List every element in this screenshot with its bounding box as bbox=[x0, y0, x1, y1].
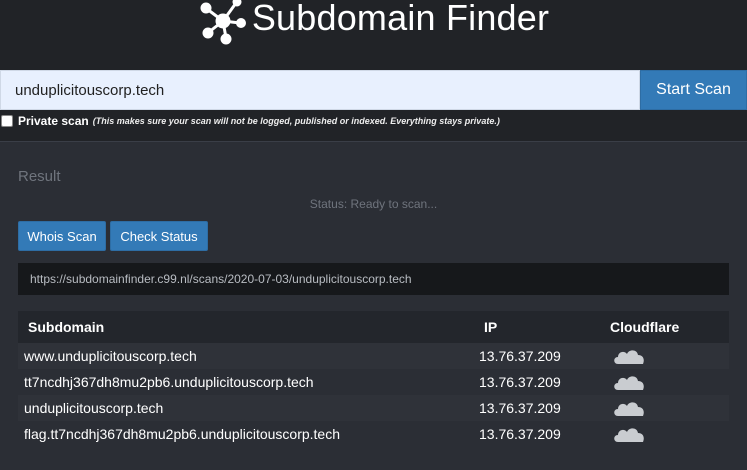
search-row: Start Scan bbox=[0, 70, 747, 110]
column-header-cloudflare: Cloudflare bbox=[610, 311, 729, 343]
cloudflare-cell bbox=[610, 343, 729, 369]
subdomain-cell[interactable]: unduplicitouscorp.tech bbox=[18, 395, 479, 421]
subdomain-cell[interactable]: tt7ncdhj367dh8mu2pb6.unduplicitouscorp.t… bbox=[18, 369, 479, 395]
ip-cell: 13.76.37.209 bbox=[479, 395, 610, 421]
table-row: tt7ncdhj367dh8mu2pb6.unduplicitouscorp.t… bbox=[18, 369, 729, 395]
private-scan-checkbox[interactable] bbox=[1, 115, 13, 127]
table-header-row: Subdomain IP Cloudflare bbox=[18, 311, 729, 343]
status-text: Status: Ready to scan... bbox=[309, 197, 438, 211]
page-title: Subdomain Finder bbox=[251, 0, 550, 38]
cloud-icon bbox=[614, 376, 644, 390]
private-scan-row: Private scan (This makes sure your scan … bbox=[1, 113, 500, 129]
subdomain-cell[interactable]: flag.tt7ncdhj367dh8mu2pb6.unduplicitousc… bbox=[18, 421, 479, 447]
subdomain-cell[interactable]: www.unduplicitouscorp.tech bbox=[18, 343, 479, 369]
cloudflare-cell bbox=[610, 421, 729, 447]
private-scan-note: (This makes sure your scan will not be l… bbox=[92, 116, 500, 126]
cloud-icon bbox=[614, 428, 644, 442]
ip-cell: 13.76.37.209 bbox=[479, 421, 610, 447]
domain-input[interactable] bbox=[0, 70, 640, 110]
table-row: www.unduplicitouscorp.tech 13.76.37.209 bbox=[18, 343, 729, 369]
ip-cell: 13.76.37.209 bbox=[479, 343, 610, 369]
check-status-button[interactable]: Check Status bbox=[110, 221, 208, 251]
network-nodes-icon bbox=[200, 0, 246, 45]
start-scan-button[interactable]: Start Scan bbox=[640, 70, 747, 110]
private-scan-label[interactable]: Private scan bbox=[18, 114, 89, 128]
cloudflare-cell bbox=[610, 369, 729, 395]
table-row: flag.tt7ncdhj367dh8mu2pb6.unduplicitousc… bbox=[18, 421, 729, 447]
result-heading: Result bbox=[18, 168, 61, 185]
column-header-subdomain: Subdomain bbox=[18, 311, 479, 343]
scan-url[interactable]: https://subdomainfinder.c99.nl/scans/202… bbox=[18, 263, 729, 295]
table-row: unduplicitouscorp.tech 13.76.37.209 bbox=[18, 395, 729, 421]
results-table: Subdomain IP Cloudflare www.unduplicitou… bbox=[18, 311, 729, 447]
cloud-icon bbox=[614, 350, 644, 364]
ip-cell: 13.76.37.209 bbox=[479, 369, 610, 395]
column-header-ip: IP bbox=[479, 311, 610, 343]
whois-scan-button[interactable]: Whois Scan bbox=[18, 221, 106, 251]
header: Subdomain Finder bbox=[0, 0, 747, 50]
cloudflare-cell bbox=[610, 395, 729, 421]
cloud-icon bbox=[614, 402, 644, 416]
